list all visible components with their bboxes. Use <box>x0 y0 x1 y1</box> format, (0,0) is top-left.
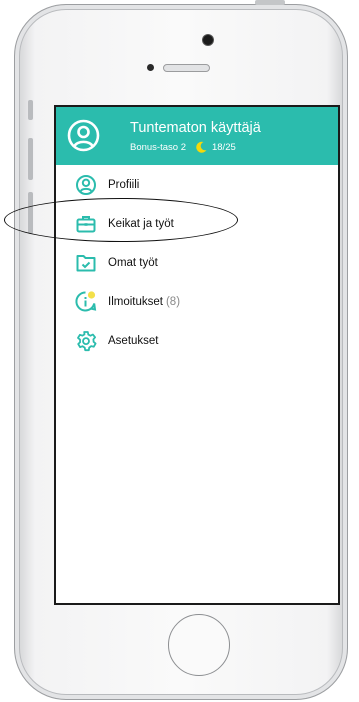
front-camera <box>203 35 213 45</box>
menu-item-label: Asetukset <box>108 334 159 347</box>
volume-up-button <box>28 138 33 180</box>
menu-item-label: Keikat ja työt <box>108 217 174 230</box>
user-circle-icon <box>74 173 98 197</box>
mute-switch <box>28 100 33 120</box>
menu-item-label: Omat työt <box>108 256 158 269</box>
menu-item-label-text: Ilmoitukset <box>108 295 163 308</box>
proximity-sensor <box>147 64 154 71</box>
menu-item-profiili[interactable]: Profiili <box>56 165 338 204</box>
menu-item-label: Ilmoitukset (8) <box>108 296 180 308</box>
moon-icon <box>196 141 207 153</box>
earpiece-speaker <box>163 64 210 72</box>
briefcase-icon <box>74 212 98 236</box>
app-screen: Tuntematon käyttäjä Bonus-taso 2 18/25 P… <box>54 105 340 605</box>
folder-check-icon <box>74 251 98 275</box>
notification-count: (8) <box>165 295 181 308</box>
volume-down-button <box>28 192 33 234</box>
user-name: Tuntematon käyttäjä <box>130 120 261 136</box>
drawer-menu: Profiili Keikat ja työt Omat työt Ilmoit… <box>56 165 338 360</box>
home-button[interactable] <box>168 614 230 676</box>
info-notification-icon <box>74 290 98 314</box>
gear-icon <box>74 329 98 353</box>
bonus-level: Bonus-taso 2 <box>130 141 186 153</box>
drawer-header[interactable]: Tuntematon käyttäjä Bonus-taso 2 18/25 <box>56 107 338 165</box>
bonus-progress: 18/25 <box>211 141 236 153</box>
power-button <box>255 0 285 5</box>
menu-item-ilmoitukset[interactable]: Ilmoitukset (8) <box>56 282 338 321</box>
user-avatar-icon <box>67 119 100 152</box>
menu-item-omat-tyot[interactable]: Omat työt <box>56 243 338 282</box>
menu-item-keikat-ja-tyot[interactable]: Keikat ja työt <box>56 204 338 243</box>
menu-item-asetukset[interactable]: Asetukset <box>56 321 338 360</box>
bonus-info: Bonus-taso 2 18/25 <box>130 140 236 154</box>
menu-item-label: Profiili <box>108 178 140 191</box>
